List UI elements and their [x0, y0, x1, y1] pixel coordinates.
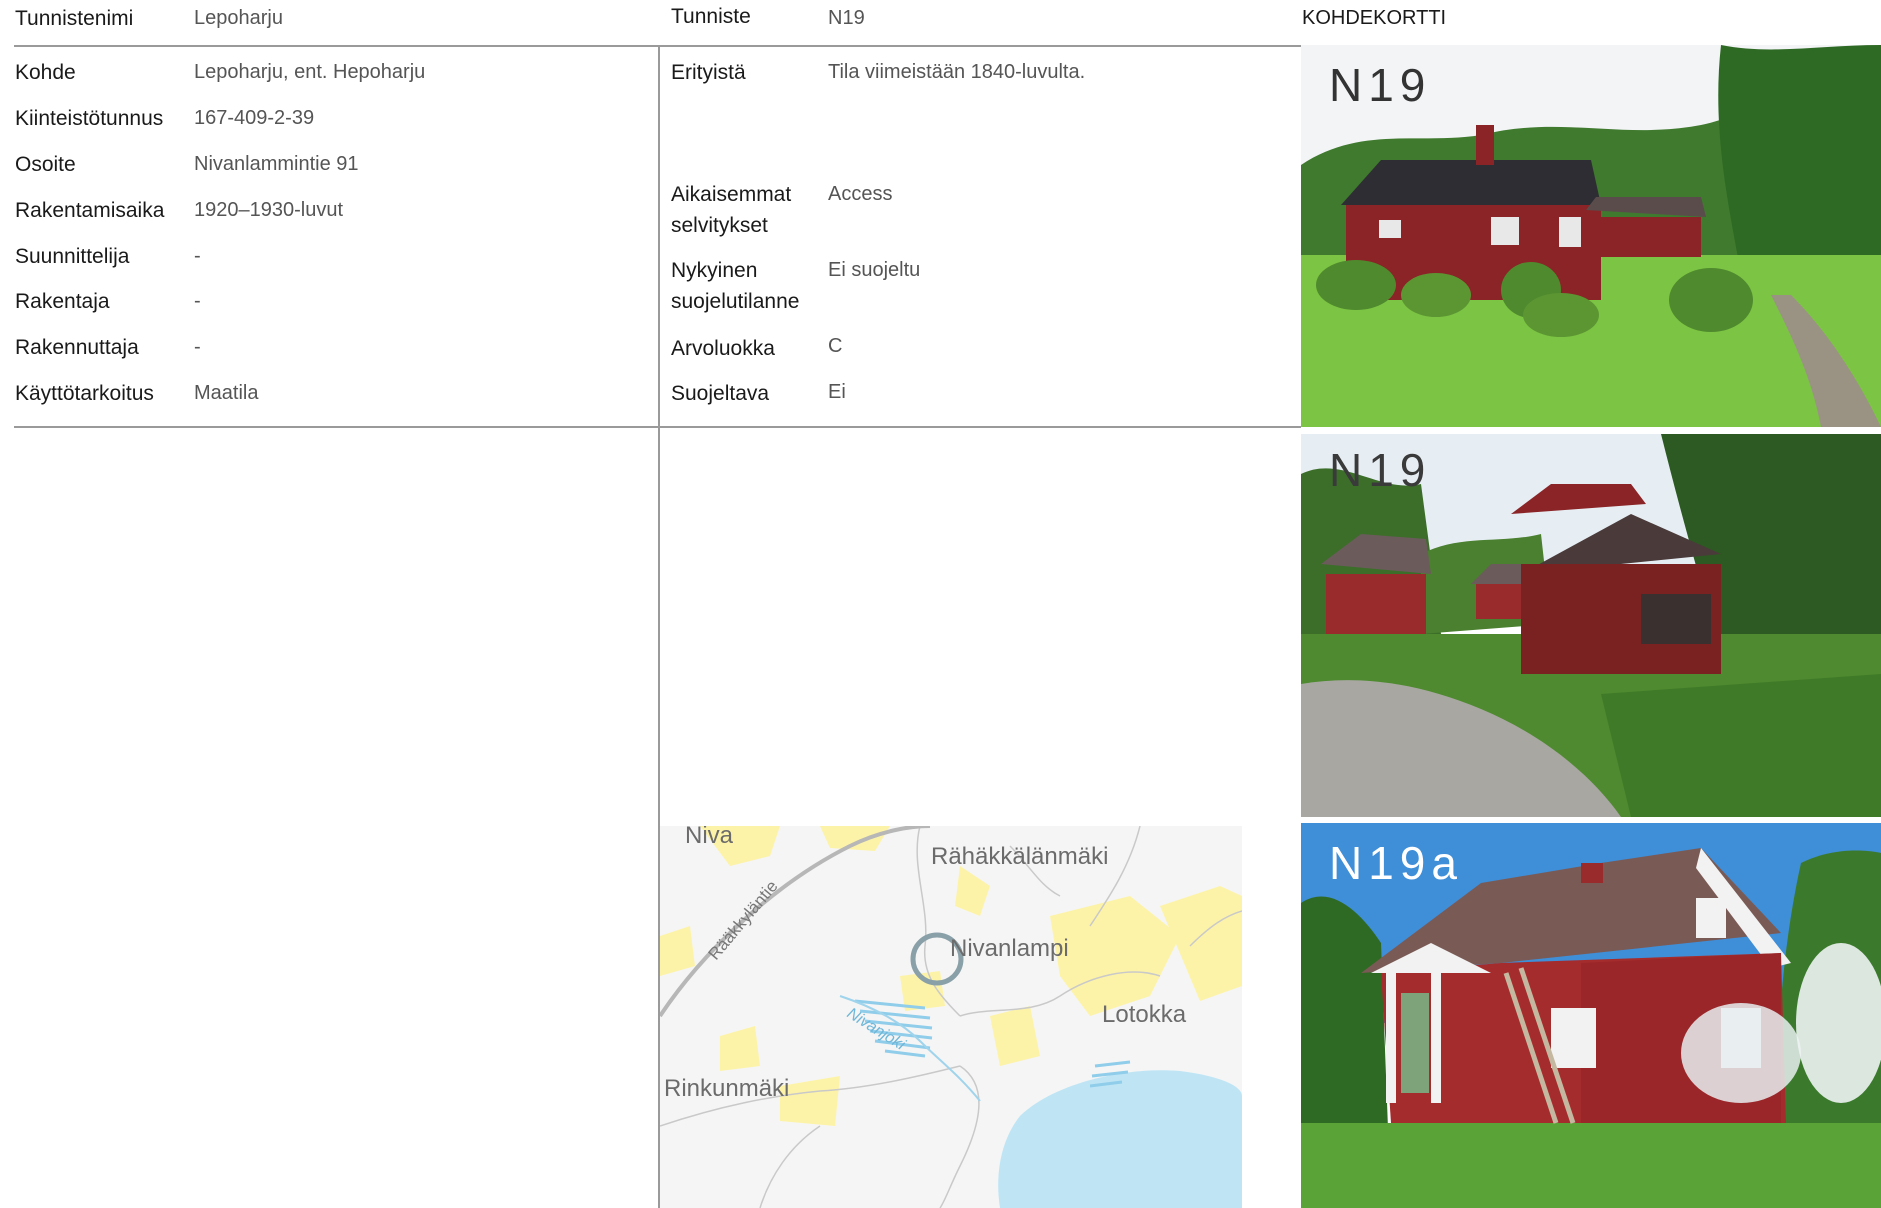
suojeltava-value: Ei [828, 381, 846, 403]
rakennuttaja-label: Rakennuttaja [15, 336, 139, 359]
rakentaja-label: Rakentaja [15, 290, 110, 313]
erityista-label: Erityistä [671, 61, 746, 84]
kohde-value: Lepoharju, ent. Hepoharju [194, 61, 426, 83]
aikaisemmat-selvitykset-value: Access [828, 183, 893, 205]
photo-n19-2: N19 [1301, 434, 1881, 817]
aikaisemmat-selvitykset-label-line1: Aikaisemmat [671, 183, 792, 206]
map-label-lotokka: Lotokka [1102, 1001, 1187, 1028]
tunnistenimi-label: Tunnistenimi [15, 7, 134, 30]
kohdekortti-header: KOHDEKORTTI [1302, 7, 1447, 29]
map-label-nivanlampi: Nivanlampi [950, 935, 1069, 962]
tunnistenimi-value: Lepoharju [194, 7, 283, 29]
rakentamisaika-label: Rakentamisaika [15, 199, 165, 222]
kayttotarkoitus-label: Käyttötarkoitus [15, 382, 154, 405]
kiinteistotunnus-value: 167-409-2-39 [194, 107, 315, 129]
suojeltava-label: Suojeltava [671, 382, 770, 405]
nykyinen-suojelutilanne-label-line1: Nykyinen [671, 259, 758, 282]
middle-header-divider [659, 45, 1302, 47]
photo-n19-1: N19 [1301, 45, 1881, 427]
arvoluokka-label: Arvoluokka [671, 337, 775, 360]
osoite-value: Nivanlammintie 91 [194, 153, 359, 175]
left-header-divider [14, 45, 659, 47]
rakentamisaika-value: 1920–1930-luvut [194, 199, 344, 221]
photo-code-2: N19 [1329, 444, 1431, 496]
nykyinen-suojelutilanne-label-line2: suojelutilanne [671, 290, 800, 313]
kiinteistotunnus-label: Kiinteistötunnus [15, 107, 164, 130]
rakentaja-value: - [194, 290, 201, 312]
erityista-value: Tila viimeistään 1840-luvulta. [828, 61, 1086, 83]
tunniste-label: Tunniste [671, 5, 751, 28]
suunnittelija-label: Suunnittelija [15, 245, 130, 268]
map-label-niva: Niva [685, 826, 734, 849]
photo-n19a: N19a [1301, 823, 1881, 1208]
arvoluokka-value: C [828, 335, 843, 357]
aikaisemmat-selvitykset-label-line2: selvitykset [671, 214, 768, 237]
kohde-label: Kohde [15, 61, 76, 84]
photo-code-3: N19a [1329, 837, 1463, 889]
map-label-rahakkalanmaki: Rähäkkälänmäki [931, 843, 1108, 870]
photo-code-1: N19 [1329, 59, 1431, 111]
tunniste-value: N19 [828, 7, 865, 29]
map-graphic: Niva Rähäkkälänmäki Nivanlampi Lotokka R… [660, 826, 1242, 1208]
location-map[interactable]: Niva Rähäkkälänmäki Nivanlampi Lotokka R… [660, 826, 1242, 1208]
suunnittelija-value: - [194, 245, 201, 267]
map-label-rinkunmaki: Rinkunmäki [664, 1075, 789, 1102]
rakennuttaja-value: - [194, 336, 201, 358]
osoite-label: Osoite [15, 153, 76, 176]
nykyinen-suojelutilanne-value: Ei suojeltu [828, 259, 921, 281]
kayttotarkoitus-value: Maatila [194, 382, 259, 404]
